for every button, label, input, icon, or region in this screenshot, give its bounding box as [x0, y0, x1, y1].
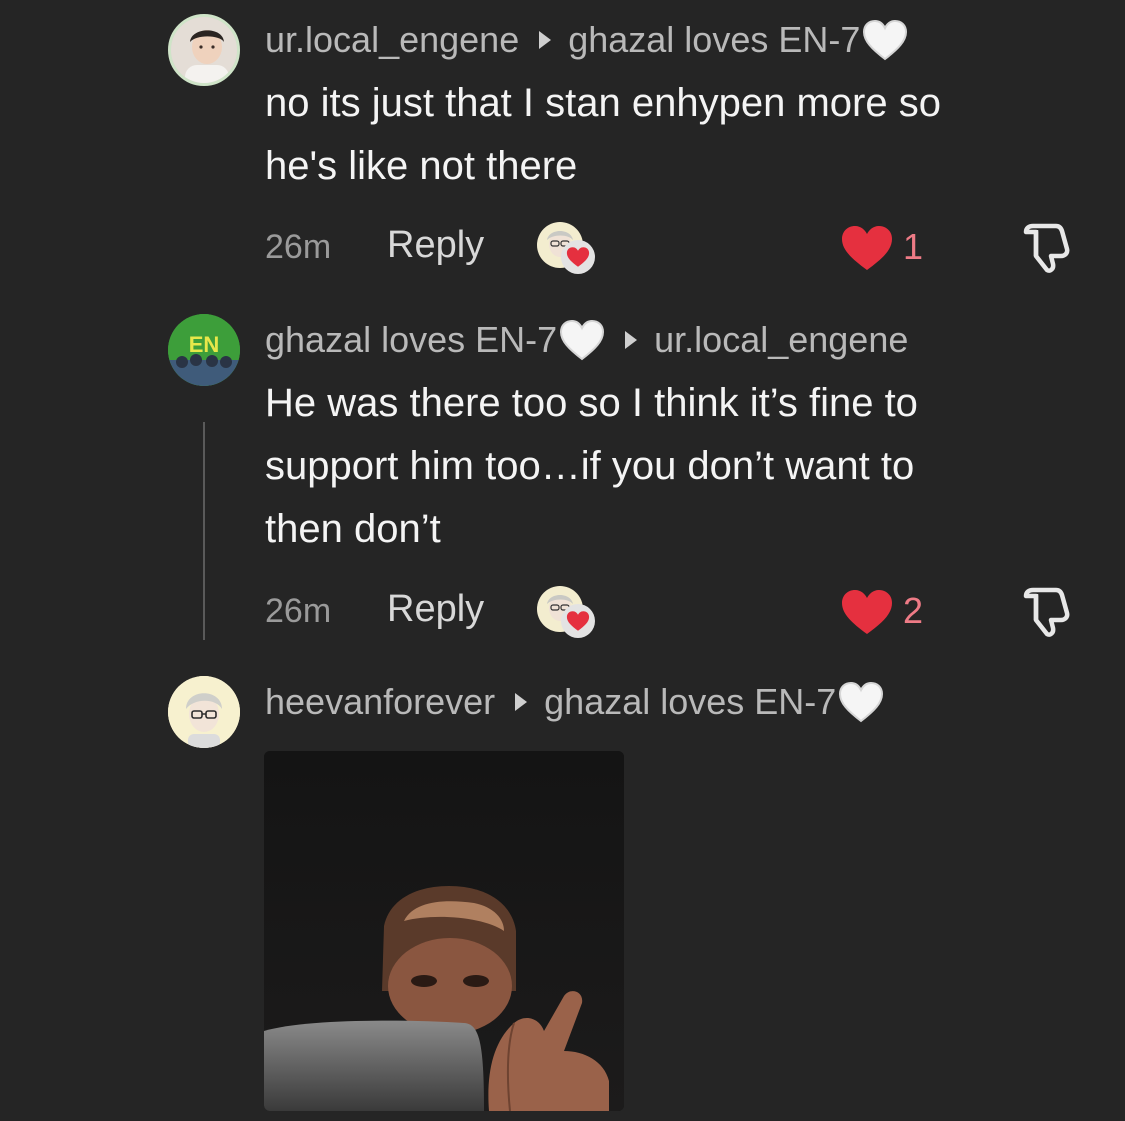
attached-image[interactable] — [264, 751, 624, 1111]
reply-arrow-icon — [515, 693, 528, 711]
comment-text: no its just that I stan enhypen more so … — [265, 72, 1095, 198]
reply-to-name[interactable]: ghazal loves EN-7 — [568, 19, 860, 61]
comment-actions: 26m Reply 1 — [265, 222, 1085, 278]
heart-icon — [561, 604, 595, 638]
comment-text: He was there too so I think it’s fine to… — [265, 372, 1095, 561]
dislike-icon[interactable] — [1020, 222, 1074, 274]
creator-liked-badge — [537, 586, 597, 642]
reply-to-name[interactable]: ur.local_engene — [654, 319, 908, 361]
comment-header: ghazal loves EN-7 ur.local_engene — [265, 318, 908, 362]
comment-actions: 26m Reply 2 — [265, 586, 1085, 642]
avatar[interactable]: EN — [168, 314, 240, 386]
author-name[interactable]: ghazal loves EN-7 — [265, 319, 557, 361]
like-heart-icon[interactable] — [840, 588, 894, 636]
reply-to-name[interactable]: ghazal loves EN-7 — [544, 681, 836, 723]
avatar[interactable] — [168, 676, 240, 748]
avatar[interactable] — [168, 14, 240, 86]
avatar-logo-text: EN — [189, 332, 220, 357]
like-heart-icon[interactable] — [840, 224, 894, 272]
like-count: 1 — [903, 226, 924, 267]
reply-button[interactable]: Reply — [387, 588, 484, 631]
comment-text-line: He was there too so I think it’s fine to — [265, 381, 918, 425]
dislike-icon[interactable] — [1020, 586, 1074, 638]
comment-text-line: no its just that I stan enhypen more so — [265, 81, 941, 125]
white-heart-emoji-icon — [559, 319, 605, 361]
author-name[interactable]: heevanforever — [265, 681, 495, 723]
heart-icon — [561, 240, 595, 274]
comment-text-line: he's like not there — [265, 144, 578, 188]
white-heart-emoji-icon — [862, 19, 908, 61]
comment-header: heevanforever ghazal loves EN-7 — [265, 680, 884, 724]
creator-liked-badge — [537, 222, 597, 278]
comment-text-line: support him too…if you don’t want to — [265, 444, 915, 488]
reply-arrow-icon — [539, 31, 552, 49]
white-heart-emoji-icon — [838, 681, 884, 723]
author-name[interactable]: ur.local_engene — [265, 19, 519, 61]
like-count: 2 — [903, 590, 924, 631]
reply-arrow-icon — [625, 331, 638, 349]
comment-header: ur.local_engene ghazal loves EN-7 — [265, 18, 908, 62]
timestamp: 26m — [265, 592, 332, 630]
timestamp: 26m — [265, 228, 332, 266]
reply-button[interactable]: Reply — [387, 224, 484, 267]
thread-line — [203, 422, 205, 640]
comment-text-line: then don’t — [265, 507, 441, 551]
